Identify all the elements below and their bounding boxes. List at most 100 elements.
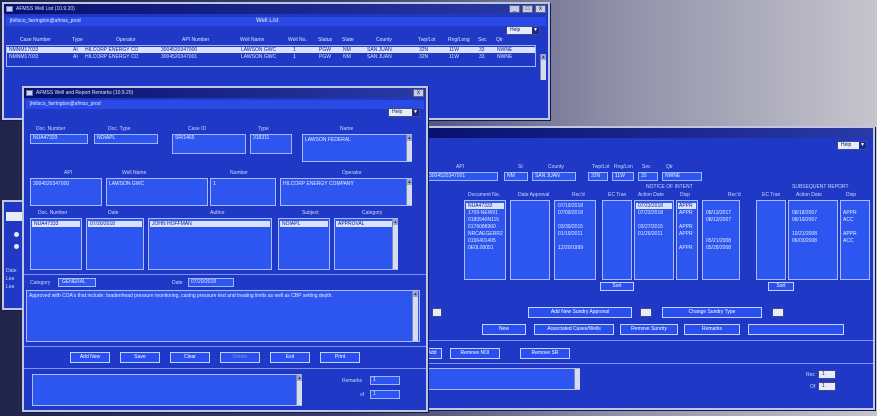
- well-name-field[interactable]: LAWSON GWC: [106, 178, 208, 206]
- minimize-button[interactable]: _: [509, 5, 520, 13]
- disp-2-list[interactable]: APPR ACC APPR ACC: [840, 200, 870, 280]
- footer-scrollbar[interactable]: ▲: [296, 375, 302, 405]
- sort-button[interactable]: Sort: [600, 282, 634, 291]
- sundry-help-menu[interactable]: Help ▼: [837, 141, 867, 150]
- delete-button[interactable]: Delete: [220, 352, 260, 363]
- of-field[interactable]: 1: [370, 390, 400, 399]
- table-row[interactable]: NMNM17033 AI HILCORP ENERGY CO 300452034…: [7, 47, 535, 53]
- associated-cases-wells-button[interactable]: Associated Cases/Wells: [534, 324, 614, 335]
- close-button[interactable]: x: [535, 5, 546, 13]
- change-sundry-type-button[interactable]: Change Sundry Type: [662, 307, 762, 318]
- divider: [422, 363, 873, 364]
- date-approval-list[interactable]: [510, 200, 550, 280]
- close-button[interactable]: x: [413, 89, 424, 97]
- list-item[interactable]: NUA47333: [32, 221, 80, 227]
- action-date-list[interactable]: 07/23/2018 07/23/2018 03/27/2015 01/26/2…: [634, 200, 674, 280]
- rec-field[interactable]: 1: [818, 370, 836, 379]
- recd-list[interactable]: 07/19/2018 07/09/2018 03/30/2015 01/19/2…: [554, 200, 596, 280]
- list-item[interactable]: 1709-NEW01: [465, 210, 505, 216]
- well-list-scrollbar[interactable]: ▲: [540, 54, 546, 80]
- category-scrollbar[interactable]: ▲: [392, 219, 398, 269]
- list-item[interactable]: JOHN HOFFMAN: [150, 221, 270, 227]
- scroll-up-icon[interactable]: ▲: [393, 219, 398, 225]
- api-field[interactable]: 3004520347001: [426, 172, 498, 181]
- stub-radio[interactable]: [14, 244, 19, 249]
- rng-field[interactable]: 11W: [612, 172, 634, 181]
- list-item[interactable]: 0180540N115: [465, 217, 505, 223]
- list-item[interactable]: 0E0L00051: [465, 245, 505, 251]
- save-button[interactable]: Save: [120, 352, 160, 363]
- checkbox[interactable]: [640, 308, 652, 317]
- list-item[interactable]: APPROVAL: [336, 221, 396, 227]
- new-button[interactable]: New: [482, 324, 526, 335]
- number-field[interactable]: 1: [210, 178, 276, 206]
- scroll-up-icon[interactable]: ▲: [413, 291, 418, 297]
- sundry-remarks-scrollbar[interactable]: [574, 369, 580, 389]
- document-no-list[interactable]: NUA47333 1709-NEW01 0180540N115 01760889…: [464, 200, 506, 280]
- list-item[interactable]: NUA47333: [466, 203, 504, 209]
- operator-scrollbar[interactable]: ▲: [406, 179, 412, 205]
- checkbox[interactable]: [772, 308, 784, 317]
- list-item[interactable]: NOIAPL: [280, 221, 328, 227]
- scroll-up-icon[interactable]: ▲: [407, 135, 412, 141]
- remove-sundry-button[interactable]: Remove Sundry: [620, 324, 678, 335]
- api-field[interactable]: 3004520347000: [30, 178, 102, 206]
- recd-2-list[interactable]: 08/13/2017 08/13/2007 05/21/2008 05/28/2…: [702, 200, 740, 280]
- date-field[interactable]: 07/20/2018: [188, 278, 234, 287]
- cell: 3004520347000: [161, 47, 198, 53]
- category-select[interactable]: GENERAL: [58, 278, 96, 287]
- scroll-up-icon[interactable]: ▲: [541, 54, 546, 60]
- list-item[interactable]: 07/20/2018: [88, 221, 142, 227]
- remarks-category-list[interactable]: APPROVAL: [334, 218, 398, 270]
- cell: PGW: [319, 54, 331, 60]
- help-menu[interactable]: Help ▼: [506, 26, 540, 35]
- remove-sr-button[interactable]: Remove SR: [520, 348, 570, 359]
- type-field[interactable]: 318311: [250, 134, 292, 154]
- doc-type-field[interactable]: NOIAPL: [94, 134, 158, 144]
- remark-scrollbar[interactable]: ▲: [412, 291, 418, 341]
- stub-radio[interactable]: [14, 232, 19, 237]
- of-field[interactable]: 1: [818, 382, 836, 391]
- list-item[interactable]: 0196401405: [465, 238, 505, 244]
- list-item[interactable]: NRCAEGERR2: [465, 231, 505, 237]
- remarks-button[interactable]: Remarks: [684, 324, 740, 335]
- qtr-field[interactable]: NWNE: [662, 172, 702, 181]
- checkbox[interactable]: [432, 308, 442, 317]
- remove-noi-button[interactable]: Remove NOI: [450, 348, 500, 359]
- scroll-up-icon[interactable]: ▲: [297, 375, 302, 381]
- remarks-footer-area[interactable]: [32, 374, 302, 406]
- api-value: 3004520347000: [33, 181, 70, 187]
- remarks-date-list[interactable]: 07/20/2018: [86, 218, 144, 270]
- name-scrollbar[interactable]: ▲: [406, 135, 412, 161]
- remarks-doc-number-list[interactable]: NUA47333: [30, 218, 82, 270]
- ec-tran-list[interactable]: [602, 200, 632, 280]
- operator-field[interactable]: HILCORP ENERGY COMPANY: [280, 178, 412, 206]
- exit-button[interactable]: Exit: [270, 352, 310, 363]
- remarks-count-field[interactable]: 1: [370, 376, 400, 385]
- table-row[interactable]: NMNM17033 AI HILCORP ENERGY CO 300452034…: [7, 54, 535, 60]
- twp-field[interactable]: 32N: [588, 172, 608, 181]
- sort-button-2[interactable]: Sort: [768, 282, 794, 291]
- remark-text-area[interactable]: Approved with COA's that include: braden…: [26, 290, 420, 342]
- scroll-up-icon[interactable]: ▲: [407, 179, 412, 185]
- county-field[interactable]: SAN JUAN: [532, 172, 576, 181]
- print-button[interactable]: Print: [320, 352, 360, 363]
- list-item[interactable]: 0176088960: [465, 224, 505, 230]
- clear-button[interactable]: Clear: [170, 352, 210, 363]
- doc-number-field[interactable]: NUA47333: [30, 134, 88, 144]
- case-id-field[interactable]: SR/1465: [172, 134, 246, 154]
- add-new-button[interactable]: Add New: [70, 352, 110, 363]
- maximize-button[interactable]: □: [522, 5, 533, 13]
- disp-list[interactable]: APPR APPR APPR APPR APPR: [676, 200, 698, 280]
- sundry-remarks-area[interactable]: [422, 368, 580, 390]
- remarks-help-menu[interactable]: Help ▼: [388, 108, 420, 117]
- ec-tran-2-list[interactable]: [756, 200, 786, 280]
- action-date-2-list[interactable]: 08/18/2007 08/19/2007 10/21/2008 06/03/2…: [788, 200, 838, 280]
- remarks-titlebar: AFMSS Well and Report Remarks (10.9.20) …: [24, 88, 426, 98]
- remarks-subject-list[interactable]: NOIAPL: [278, 218, 330, 270]
- name-field[interactable]: LAWSON FEDERAL: [302, 134, 412, 162]
- state-field[interactable]: NM: [504, 172, 528, 181]
- sec-field[interactable]: 33: [638, 172, 658, 181]
- remarks-author-list[interactable]: JOHN HOFFMAN: [148, 218, 272, 270]
- add-new-sundry-approval-button[interactable]: Add New Sundry Approval: [528, 307, 632, 318]
